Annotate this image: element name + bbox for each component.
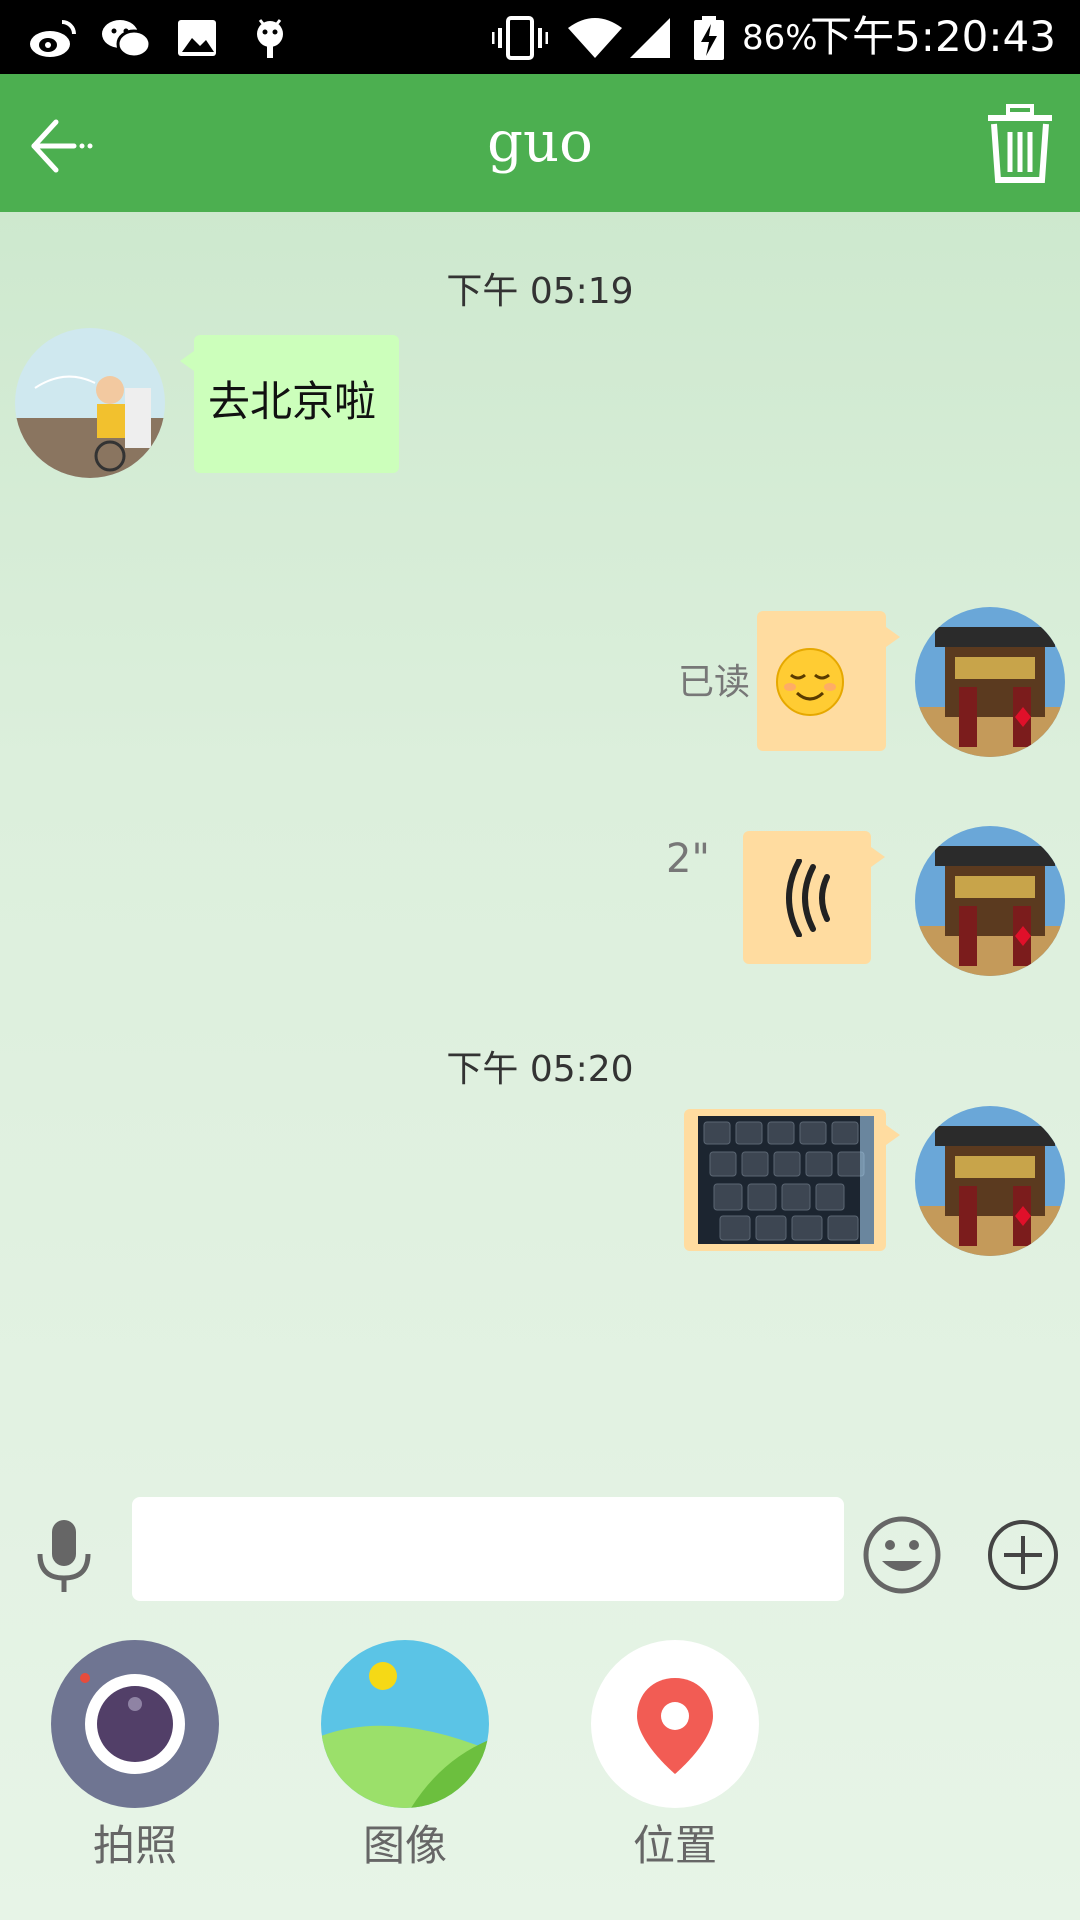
status-bar: 86% 下午5:20:43 — [0, 0, 1080, 74]
message-input[interactable] — [132, 1497, 844, 1601]
vibrate-icon — [492, 16, 548, 60]
location-icon — [591, 1640, 759, 1808]
my-avatar[interactable] — [915, 826, 1065, 976]
contact-avatar[interactable] — [15, 328, 165, 478]
plus-icon[interactable] — [986, 1518, 1060, 1592]
chat-title: guo — [487, 110, 593, 175]
camera-label: 拍照 — [92, 1821, 177, 1870]
voice-duration: 2" — [666, 836, 710, 882]
weibo-icon — [30, 20, 76, 57]
camera-icon — [51, 1640, 219, 1808]
keyboard-photo — [698, 1116, 874, 1244]
location-tool[interactable]: 位置 — [590, 1640, 760, 1872]
camera-tool[interactable]: 拍照 — [50, 1640, 220, 1872]
signal-icon — [630, 18, 670, 58]
location-label: 位置 — [632, 1821, 717, 1870]
message-timestamp: 下午 05:20 — [446, 1049, 634, 1090]
voice-wave-icon — [786, 859, 830, 937]
wifi-icon — [568, 18, 622, 58]
outgoing-image-bubble[interactable] — [684, 1109, 900, 1251]
outgoing-voice-bubble[interactable] — [743, 831, 885, 964]
debug-icon — [257, 19, 283, 58]
my-avatar[interactable] — [915, 607, 1065, 757]
gallery-tool[interactable]: 图像 — [320, 1640, 490, 1872]
gallery-label: 图像 — [362, 1821, 447, 1870]
smiling-face-emoji — [776, 648, 844, 716]
battery-icon — [694, 16, 724, 60]
trash-icon[interactable] — [984, 104, 1056, 184]
emoji-icon[interactable] — [862, 1515, 942, 1595]
message-text: 去北京啦 — [208, 377, 377, 426]
app-bar: guo — [0, 74, 1080, 212]
message-timestamp: 下午 05:19 — [446, 271, 634, 312]
incoming-message-bubble[interactable]: 去北京啦 — [180, 335, 399, 473]
gallery-icon — [321, 1640, 489, 1808]
my-avatar[interactable] — [915, 1106, 1065, 1256]
microphone-icon[interactable] — [34, 1518, 94, 1594]
read-status: 已读 — [678, 662, 751, 703]
battery-percent: 86% — [742, 18, 818, 58]
outgoing-emoji-bubble[interactable] — [757, 611, 900, 751]
gallery-notification-icon — [178, 20, 216, 56]
status-clock: 下午5:20:43 — [810, 12, 1056, 61]
wechat-icon — [102, 20, 152, 59]
